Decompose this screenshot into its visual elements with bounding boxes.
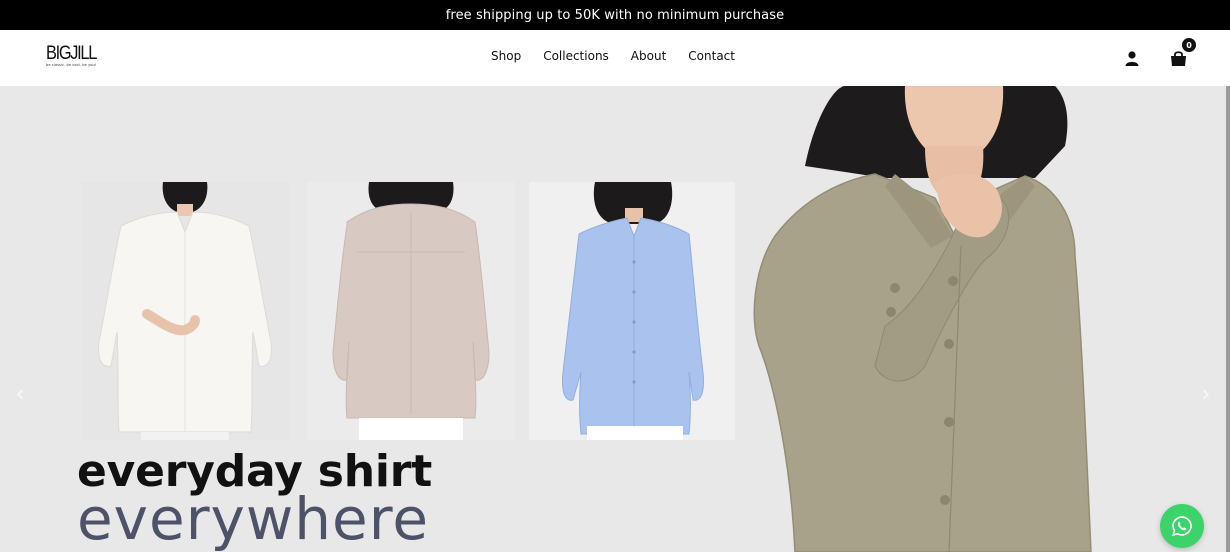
logo[interactable]: BIGJILL be classic. be cool. be you! — [46, 44, 102, 72]
product-card-white-shirt[interactable] — [81, 182, 289, 440]
site-header: BIGJILL be classic. be cool. be you! Sho… — [0, 30, 1230, 86]
blue-shirt-image — [529, 182, 737, 440]
cart-button[interactable]: 0 — [1166, 38, 1196, 72]
product-card-blush-shirt[interactable] — [307, 182, 515, 440]
logo-text: BIGJILL — [46, 43, 97, 64]
model-olive-shirt-image — [735, 86, 1205, 552]
whatsapp-chat-button[interactable] — [1160, 504, 1204, 548]
promo-bar: free shipping up to 50K with no minimum … — [0, 0, 1230, 30]
shopping-bag-icon — [1170, 51, 1186, 66]
promo-text: free shipping up to 50K with no minimum … — [445, 7, 785, 23]
chevron-left-icon: ‹ — [15, 381, 25, 407]
model-photo — [735, 86, 1205, 552]
blush-shirt-image — [307, 182, 515, 440]
carousel-prev-button[interactable]: ‹ — [10, 381, 30, 407]
header-icons: 0 — [1120, 38, 1196, 72]
shirt-shape — [562, 217, 704, 435]
page-scrollbar[interactable] — [1226, 86, 1230, 552]
nav-collections[interactable]: Collections — [543, 49, 609, 63]
hero-banner: everyday shirt everywhere ‹ › — [0, 86, 1230, 552]
cart-count-badge: 0 — [1182, 38, 1196, 52]
chevron-right-icon: › — [1201, 381, 1211, 407]
nav-about[interactable]: About — [631, 49, 666, 63]
white-shirt-image — [81, 182, 289, 440]
product-card-blue-shirt[interactable] — [529, 182, 737, 440]
hero-subheadline: everywhere — [77, 485, 429, 552]
account-button[interactable] — [1120, 44, 1144, 72]
nav-shop[interactable]: Shop — [491, 49, 521, 63]
carousel-next-button[interactable]: › — [1196, 381, 1216, 407]
main-nav: Shop Collections About Contact — [491, 49, 735, 63]
nav-contact[interactable]: Contact — [688, 49, 735, 63]
account-icon — [1125, 50, 1139, 66]
whatsapp-icon — [1172, 516, 1192, 537]
